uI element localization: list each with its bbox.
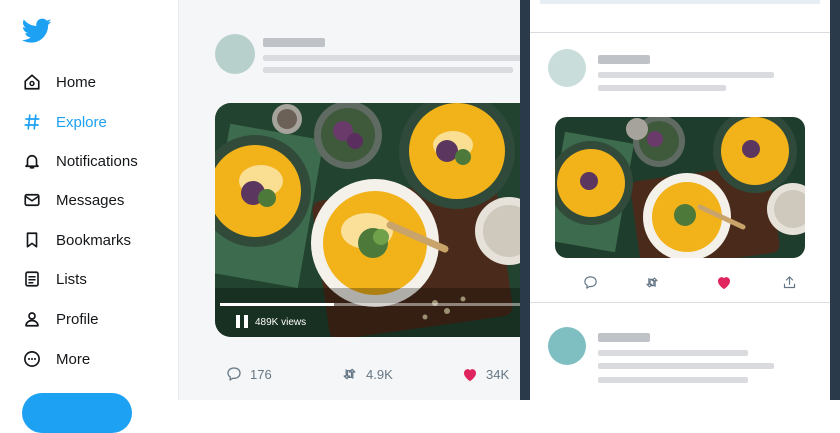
retweet-button[interactable] — [642, 272, 662, 292]
tweet-text-placeholder — [263, 67, 513, 73]
food-photo — [555, 117, 805, 258]
divider — [530, 302, 830, 303]
retweet-icon — [646, 277, 658, 287]
share-button[interactable] — [779, 272, 799, 292]
bell-icon — [22, 151, 42, 171]
reply-count: 176 — [250, 366, 272, 382]
reply-button[interactable] — [580, 272, 600, 292]
sidebar-item-notifications[interactable]: Notifications — [22, 149, 138, 173]
tweet-button[interactable] — [22, 393, 132, 433]
sidebar-item-label: Notifications — [56, 152, 138, 170]
heart-icon — [718, 276, 730, 289]
tweet-text-placeholder — [598, 377, 748, 383]
phone-frame — [520, 0, 840, 400]
video-progress-fill — [220, 303, 334, 306]
list-icon — [22, 269, 42, 289]
sidebar-item-profile[interactable]: Profile — [22, 307, 99, 331]
sidebar-item-label: Home — [56, 73, 97, 91]
hashtag-icon — [22, 112, 42, 132]
sidebar-item-label: More — [56, 350, 91, 368]
sidebar: Home Explore Notifications Messages Book… — [0, 0, 178, 433]
share-icon — [783, 275, 795, 288]
pause-button[interactable] — [236, 315, 248, 328]
tweet-text-placeholder — [598, 350, 748, 356]
bookmark-icon — [22, 230, 42, 250]
like-button[interactable] — [714, 272, 734, 292]
heart-icon — [464, 368, 476, 381]
tweet-video[interactable]: 489K views — [215, 103, 521, 337]
avatar[interactable] — [215, 34, 255, 74]
tweet-text-placeholder — [598, 72, 774, 78]
author-name-placeholder — [598, 333, 650, 342]
like-button[interactable]: 34K — [462, 364, 509, 384]
retweet-button[interactable]: 4.9K — [341, 364, 393, 384]
envelope-icon — [22, 190, 42, 210]
sidebar-item-more[interactable]: More — [22, 347, 90, 371]
sidebar-item-label: Messages — [56, 191, 125, 209]
avatar[interactable] — [548, 49, 586, 87]
video-views: 489K views — [255, 317, 307, 328]
person-icon — [22, 309, 42, 329]
reply-icon — [583, 275, 597, 289]
pause-icon — [236, 315, 240, 328]
author-name-placeholder — [263, 38, 325, 47]
phone-header-placeholder — [540, 0, 820, 4]
tweet-text-placeholder — [263, 55, 521, 61]
sidebar-item-home[interactable]: Home — [22, 70, 96, 94]
reply-button[interactable]: 176 — [226, 364, 272, 384]
avatar[interactable] — [548, 327, 586, 365]
sidebar-item-label: Bookmarks — [56, 231, 132, 249]
retweet-icon — [343, 368, 356, 380]
home-icon — [22, 72, 42, 92]
twitter-logo-icon[interactable] — [22, 18, 52, 44]
tweet-text-placeholder — [598, 363, 774, 369]
sidebar-item-label: Profile — [56, 310, 99, 328]
retweet-count: 4.9K — [366, 366, 393, 382]
video-progress-bar[interactable] — [220, 303, 520, 306]
divider — [530, 32, 830, 33]
like-count: 34K — [486, 366, 510, 382]
reply-icon — [227, 367, 241, 381]
tweet-feed: 489K views 176 4.9K 34K — [178, 0, 521, 400]
sidebar-item-lists[interactable]: Lists — [22, 267, 87, 291]
sidebar-item-messages[interactable]: Messages — [22, 188, 124, 212]
tweet-image[interactable] — [555, 117, 805, 258]
sidebar-item-label: Explore — [56, 113, 107, 131]
author-name-placeholder — [598, 55, 650, 64]
phone-screen — [530, 0, 830, 400]
sidebar-item-label: Lists — [56, 270, 87, 288]
tweet-text-placeholder — [598, 85, 726, 91]
sidebar-item-bookmarks[interactable]: Bookmarks — [22, 228, 131, 252]
food-photo — [215, 103, 521, 337]
more-icon — [22, 349, 42, 369]
sidebar-item-explore[interactable]: Explore — [22, 110, 107, 134]
